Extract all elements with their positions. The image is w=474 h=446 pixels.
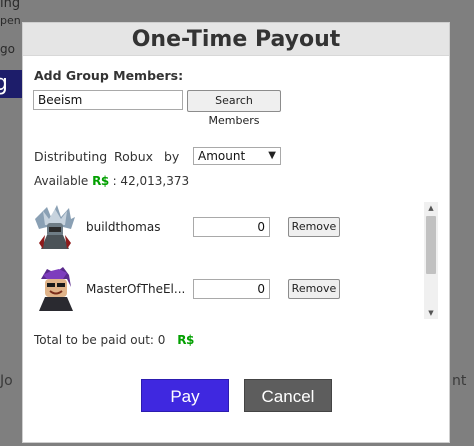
member-list[interactable]: buildthomas 0 Remove MasterOfTheEl... 0 … (23, 202, 438, 320)
payout-amount-input[interactable]: 0 (193, 217, 270, 237)
member-row: MasterOfTheEl... 0 Remove (23, 265, 423, 313)
pay-button[interactable]: Pay (141, 379, 229, 412)
member-name: buildthomas (86, 220, 161, 234)
available-balance: Available R$ : 42,013,373 (34, 174, 189, 188)
payout-amount-input[interactable]: 0 (193, 279, 270, 299)
available-label: Available (34, 174, 89, 188)
bg-text-fragment: pen (0, 14, 21, 27)
total-label: Total to be paid out: 0 (34, 333, 166, 347)
modal-title: One-Time Payout (23, 23, 449, 56)
remove-member-button[interactable]: Remove (288, 217, 340, 237)
chevron-down-icon: ▼ (268, 150, 276, 161)
currency-label: Robux (114, 149, 154, 164)
cancel-button[interactable]: Cancel (244, 379, 332, 412)
avatar (35, 205, 75, 249)
remove-member-button[interactable]: Remove (288, 279, 340, 299)
payout-modal: One-Time Payout Add Group Members: Searc… (22, 22, 450, 443)
member-name: MasterOfTheEl... (86, 282, 186, 296)
scroll-down-icon[interactable]: ▼ (424, 307, 438, 319)
member-row: buildthomas 0 Remove (23, 205, 423, 253)
member-search-input[interactable] (33, 90, 183, 110)
bg-text-fragment: Jo (0, 373, 13, 389)
distributing-label: Distributing (34, 149, 108, 164)
total-payout: Total to be paid out: 0 R$ (34, 333, 194, 347)
available-value: : 42,013,373 (112, 174, 190, 188)
select-value: Amount (198, 149, 246, 163)
by-label: by (164, 149, 180, 164)
member-list-scrollbar[interactable]: ▲ ▼ (424, 202, 438, 319)
bg-text-fragment: go (0, 42, 15, 56)
bg-tab: g (0, 70, 22, 98)
search-members-button[interactable]: Search Members (187, 90, 281, 127)
avatar (39, 267, 73, 311)
distribution-method-select[interactable]: Amount ▼ (193, 147, 281, 165)
add-members-label: Add Group Members: (34, 68, 184, 83)
robux-icon: R$ (177, 333, 194, 347)
scroll-up-icon[interactable]: ▲ (424, 202, 438, 214)
robux-icon: R$ (92, 174, 109, 188)
bg-text-fragment: nt (452, 373, 467, 389)
scroll-thumb[interactable] (426, 216, 436, 274)
bg-text-fragment: ing (0, 0, 21, 11)
